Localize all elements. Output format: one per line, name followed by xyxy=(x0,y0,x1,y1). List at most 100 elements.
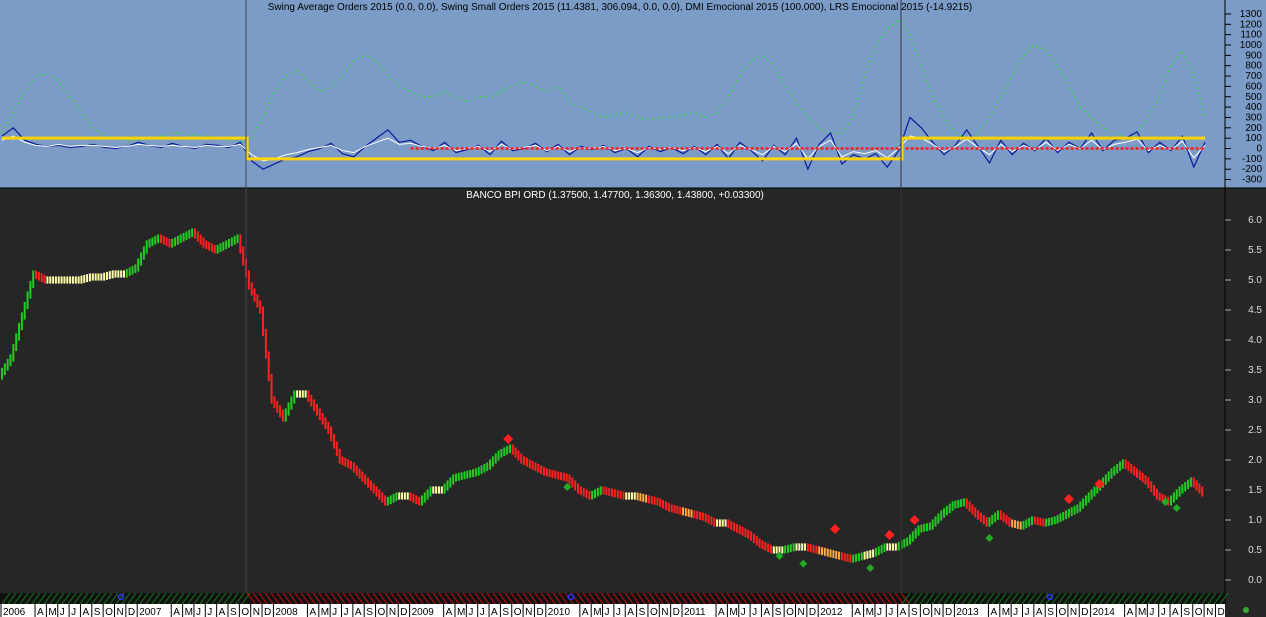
y-tick-label: 700 xyxy=(1245,71,1262,82)
x-tick-label: A xyxy=(763,607,770,617)
x-tick-label: A xyxy=(309,607,316,617)
x-tick-label: A xyxy=(990,607,997,617)
x-tick-label: A xyxy=(582,607,589,617)
x-tick-label: D xyxy=(536,607,543,617)
x-tick-label: J xyxy=(480,607,485,617)
x-tick-label: O xyxy=(1059,607,1067,617)
x-tick-label: N xyxy=(117,607,124,617)
x-tick-label: D xyxy=(809,607,816,617)
x-tick-label: S xyxy=(366,607,373,617)
y-tick-label: 400 xyxy=(1245,102,1262,113)
y-tick-label: 2.0 xyxy=(1248,455,1262,466)
y-tick-label: 0.0 xyxy=(1248,575,1262,586)
x-tick-label: O xyxy=(650,607,658,617)
x-tick-label: A xyxy=(82,607,89,617)
x-tick-label: J xyxy=(1161,607,1166,617)
x-tick-label: J xyxy=(344,607,349,617)
x-tick-label: 2009 xyxy=(412,607,435,617)
chart-canvas: 1300120011001000900800700600500400300200… xyxy=(0,0,1266,617)
x-tick-label: 2006 xyxy=(3,607,26,617)
x-tick-label: D xyxy=(1217,607,1224,617)
x-tick-label: A xyxy=(219,607,226,617)
x-tick-label: O xyxy=(1195,607,1203,617)
x-tick-label: O xyxy=(105,607,113,617)
y-tick-label: 5.0 xyxy=(1248,275,1262,286)
x-tick-label: O xyxy=(241,607,249,617)
x-tick-label: A xyxy=(1127,607,1134,617)
x-tick-label: D xyxy=(400,607,407,617)
x-tick-label: 2007 xyxy=(139,607,162,617)
y-tick-label: 1.0 xyxy=(1248,515,1262,526)
x-tick-label: N xyxy=(1070,607,1077,617)
y-tick-label: 600 xyxy=(1245,81,1262,92)
x-tick-label: S xyxy=(911,607,918,617)
x-tick-label: J xyxy=(207,607,212,617)
x-tick-label: J xyxy=(877,607,882,617)
x-tick-label: D xyxy=(945,607,952,617)
x-tick-label: M xyxy=(593,607,601,617)
chart-window: 1300 1200 1100 1000 900 800 700 600 500 400 300 200… xyxy=(0,0,1266,617)
x-tick-label: M xyxy=(729,607,737,617)
x-tick-label: 2014 xyxy=(1093,607,1116,617)
y-tick-label: -300 xyxy=(1242,175,1262,186)
x-tick-label: M xyxy=(1138,607,1146,617)
x-tick-label: A xyxy=(355,607,362,617)
x-tick-label: N xyxy=(1206,607,1213,617)
x-tick-label: D xyxy=(1081,607,1088,617)
indicator-title: Swing Average Orders 2015 (0.0, 0.0), Sw… xyxy=(268,2,972,13)
x-tick-label: A xyxy=(446,607,453,617)
x-tick-label: A xyxy=(37,607,44,617)
x-tick-label: 2012 xyxy=(820,607,843,617)
x-tick-label: J xyxy=(741,607,746,617)
y-tick-label: 300 xyxy=(1245,112,1262,123)
x-tick-label: D xyxy=(264,607,271,617)
x-tick-label: J xyxy=(196,607,201,617)
x-tick-label: 2013 xyxy=(956,607,979,617)
x-tick-label: J xyxy=(468,607,473,617)
x-tick-label: N xyxy=(661,607,668,617)
y-tick-label: 6.0 xyxy=(1248,215,1262,226)
y-tick-label: 500 xyxy=(1245,92,1262,103)
x-tick-label: S xyxy=(1183,607,1190,617)
x-tick-label: M xyxy=(321,607,329,617)
x-tick-label: J xyxy=(605,607,610,617)
x-tick-label: A xyxy=(1036,607,1043,617)
y-tick-label: -100 xyxy=(1242,154,1262,165)
y-tick-label: 1300 xyxy=(1240,9,1263,20)
x-tick-label: J xyxy=(71,607,76,617)
x-tick-label: N xyxy=(525,607,532,617)
x-tick-label: A xyxy=(900,607,907,617)
x-tick-label: 2010 xyxy=(548,607,571,617)
x-tick-label: N xyxy=(389,607,396,617)
x-tick-label: A xyxy=(718,607,725,617)
y-tick-label: 5.5 xyxy=(1248,245,1262,256)
y-tick-label: -200 xyxy=(1242,164,1262,175)
x-tick-label: N xyxy=(798,607,805,617)
x-tick-label: O xyxy=(786,607,794,617)
x-tick-label: O xyxy=(514,607,522,617)
x-tick-label: A xyxy=(173,607,180,617)
y-tick-label: 0 xyxy=(1256,144,1262,155)
y-tick-label: 100 xyxy=(1245,133,1262,144)
x-tick-label: J xyxy=(616,607,621,617)
x-tick-label: N xyxy=(934,607,941,617)
x-tick-label: N xyxy=(253,607,260,617)
x-tick-label: S xyxy=(230,607,237,617)
x-tick-label: S xyxy=(639,607,646,617)
y-tick-label: 800 xyxy=(1245,61,1262,72)
x-tick-label: M xyxy=(185,607,193,617)
x-tick-label: S xyxy=(94,607,101,617)
y-tick-label: 1200 xyxy=(1240,19,1263,30)
y-tick-label: 1.5 xyxy=(1248,485,1262,496)
x-tick-label: J xyxy=(332,607,337,617)
y-tick-label: 3.5 xyxy=(1248,365,1262,376)
x-tick-label: D xyxy=(128,607,135,617)
y-tick-label: 1100 xyxy=(1240,30,1262,41)
y-tick-label: 900 xyxy=(1245,50,1262,61)
y-tick-label: 200 xyxy=(1245,123,1262,134)
x-tick-label: O xyxy=(922,607,930,617)
x-tick-label: S xyxy=(1047,607,1054,617)
y-tick-label: 4.0 xyxy=(1248,335,1262,346)
y-tick-label: 4.5 xyxy=(1248,305,1262,316)
x-tick-label: O xyxy=(378,607,386,617)
